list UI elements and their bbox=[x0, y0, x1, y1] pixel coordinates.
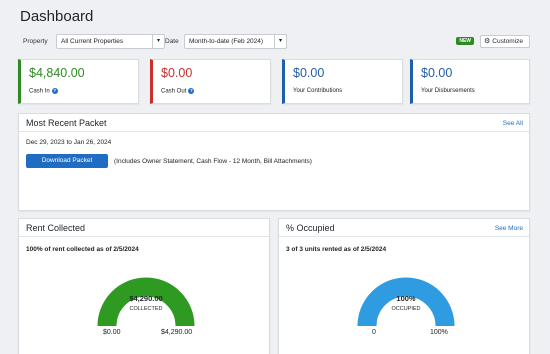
recent-packet-panel: Most Recent Packet See All Dec 29, 2023 … bbox=[18, 113, 530, 211]
gauge-label: COLLECTED bbox=[129, 306, 162, 312]
page-title: Dashboard bbox=[20, 8, 94, 25]
chevron-down-icon: ▾ bbox=[152, 35, 164, 48]
disbursements-card[interactable]: $0.00 Your Disbursements bbox=[410, 59, 530, 104]
customize-button[interactable]: ⚙ Customize bbox=[480, 35, 530, 48]
gauge-label: OCCUPIED bbox=[391, 306, 420, 312]
property-label: Property bbox=[23, 38, 48, 45]
gauge-max-label: 100% bbox=[430, 329, 448, 336]
packet-note: (Includes Owner Statement, Cash Flow - 1… bbox=[114, 158, 312, 165]
date-select[interactable]: Month-to-date (Feb 2024) ▾ bbox=[184, 34, 287, 49]
cash-out-card[interactable]: $0.00 Cash Out? bbox=[150, 59, 271, 104]
card-amount: $4,840.00 bbox=[29, 66, 85, 80]
filter-bar: Property All Current Properties ▾ Date M… bbox=[20, 34, 530, 50]
rent-collected-panel: Rent Collected 100% of rent collected as… bbox=[18, 218, 270, 354]
card-label: Cash In? bbox=[29, 88, 58, 95]
panel-header: Most Recent Packet See All bbox=[19, 114, 529, 132]
gauge-min-label: $0.00 bbox=[103, 329, 121, 336]
card-label: Cash Out? bbox=[161, 88, 195, 95]
date-select-value: Month-to-date (Feb 2024) bbox=[189, 38, 264, 45]
card-label: Your Contributions bbox=[293, 88, 343, 94]
info-icon[interactable]: ? bbox=[188, 88, 195, 94]
see-all-link[interactable]: See All bbox=[503, 120, 523, 127]
property-select-value: All Current Properties bbox=[61, 38, 124, 45]
occupied-gauge: 100% OCCUPIED bbox=[357, 277, 455, 327]
card-amount: $0.00 bbox=[421, 66, 453, 80]
card-amount: $0.00 bbox=[161, 66, 193, 80]
gauge-max-label: $4,290.00 bbox=[161, 329, 193, 336]
cash-in-card[interactable]: $4,840.00 Cash In? bbox=[18, 59, 139, 104]
card-amount: $0.00 bbox=[293, 66, 325, 80]
info-icon[interactable]: ? bbox=[51, 88, 58, 94]
occupied-panel: % Occupied See More 3 of 3 units rented … bbox=[278, 218, 530, 354]
gauge-min-label: 0 bbox=[372, 329, 376, 336]
date-label: Date bbox=[165, 38, 179, 45]
new-badge: NEW bbox=[456, 37, 474, 45]
packet-date-range: Dec 29, 2023 to Jan 26, 2024 bbox=[26, 139, 112, 146]
gauge-value: $4,290.00 bbox=[129, 294, 162, 303]
summary-cards: $4,840.00 Cash In? $0.00 Cash Out? $0.00… bbox=[18, 59, 530, 104]
customize-label: Customize bbox=[492, 38, 523, 45]
contributions-card[interactable]: $0.00 Your Contributions bbox=[282, 59, 403, 104]
panel-title: Most Recent Packet bbox=[26, 118, 107, 128]
chevron-down-icon: ▾ bbox=[274, 35, 286, 48]
download-packet-button[interactable]: Download Packet bbox=[26, 154, 108, 168]
property-select[interactable]: All Current Properties ▾ bbox=[56, 34, 165, 49]
gear-icon: ⚙ bbox=[484, 38, 491, 45]
card-label: Your Disbursements bbox=[421, 88, 475, 94]
rent-gauge: $4,290.00 COLLECTED bbox=[97, 277, 195, 327]
gauge-value: 100% bbox=[396, 294, 416, 303]
